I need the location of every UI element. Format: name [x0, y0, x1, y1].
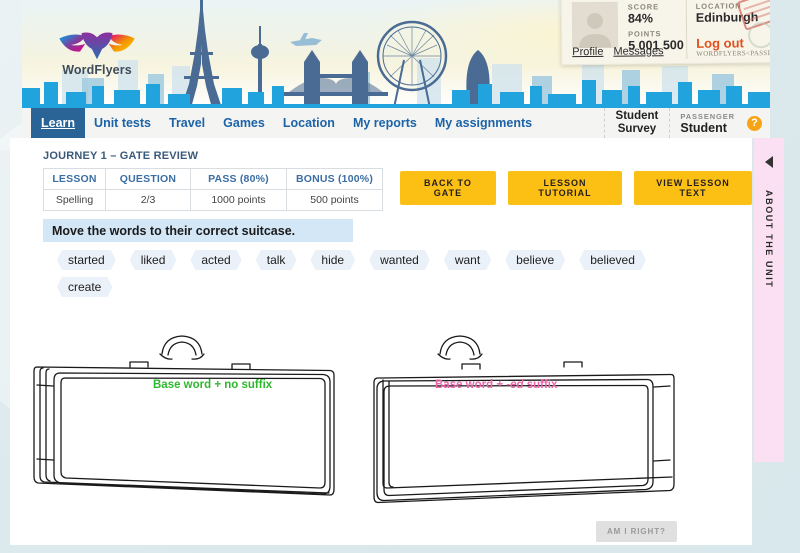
word-chip[interactable]: hide — [310, 250, 355, 270]
word-chip[interactable]: want — [444, 250, 491, 270]
table-row: Spelling 2/3 1000 points 500 points — [43, 189, 383, 211]
score-value: 84% — [627, 11, 654, 26]
word-chip-list: started liked acted talk hide wanted wan… — [57, 248, 657, 299]
about-the-unit-tab[interactable]: ABOUT THE UNIT — [754, 138, 784, 462]
suitcase-left-drawing — [33, 335, 335, 496]
suitcase-right-label-pre: Base word + — [435, 379, 507, 391]
nav-item-location[interactable]: Location — [274, 108, 344, 138]
lesson-action-buttons: BACK TO GATE LESSON TUTORIAL VIEW LESSON… — [400, 171, 753, 205]
avatar — [571, 1, 619, 49]
brand-logo[interactable]: WordFlyers — [42, 28, 152, 77]
lesson-info-table: LESSON QUESTION PASS (80%) BONUS (100%) … — [43, 168, 383, 211]
word-chip[interactable]: create — [57, 277, 112, 297]
passport-mrz-text: WORDFLYERS<PASSPORT<<<<< — [696, 48, 770, 58]
help-icon[interactable]: ? — [747, 115, 762, 131]
word-chip[interactable]: liked — [130, 250, 177, 270]
view-lesson-text-button[interactable]: VIEW LESSON TEXT — [634, 171, 753, 205]
table-header-row: LESSON QUESTION PASS (80%) BONUS (100%) — [43, 168, 383, 190]
header-banner: WordFlyers SCORE 84% POINTS 5 001 500 LO… — [22, 0, 770, 108]
suitcase-right-label: Base word + -ed suffix — [435, 379, 557, 391]
suitcase-right-drawing — [373, 335, 675, 504]
header-lesson: LESSON — [43, 168, 106, 190]
word-chip[interactable]: started — [57, 250, 116, 270]
cell-lesson: Spelling — [43, 189, 106, 211]
nav-item-my-reports[interactable]: My reports — [344, 108, 426, 138]
nav-item-travel[interactable]: Travel — [160, 108, 214, 138]
app-root: WordFlyers SCORE 84% POINTS 5 001 500 LO… — [0, 0, 800, 553]
word-chip[interactable]: talk — [256, 250, 297, 270]
suitcase-area: Base word + no suffix Base word + -ed su… — [10, 333, 752, 508]
chevron-left-icon — [765, 156, 773, 168]
header-question: QUESTION — [105, 168, 191, 190]
journey-title: JOURNEY 1 – GATE REVIEW — [43, 150, 199, 162]
student-survey-link[interactable]: Student Survey — [603, 108, 670, 138]
word-chip[interactable]: believed — [579, 250, 646, 270]
messages-link[interactable]: Messages — [613, 45, 663, 58]
nav-item-learn[interactable]: Learn — [31, 108, 86, 138]
nav-item-my-assignments[interactable]: My assignments — [426, 108, 541, 138]
passport-panel: SCORE 84% POINTS 5 001 500 LOCATION Edin… — [560, 0, 770, 66]
student-survey-line1: Student — [615, 110, 659, 123]
word-chip[interactable]: believe — [505, 250, 565, 270]
cell-pass: 1000 points — [190, 189, 287, 211]
main-content: JOURNEY 1 – GATE REVIEW LESSON QUESTION … — [10, 138, 753, 545]
suitcase-right-label-suffix: -ed — [506, 379, 524, 391]
passenger-label: PASSENGER — [680, 111, 735, 121]
nav-item-games[interactable]: Games — [214, 108, 274, 138]
cell-question: 2/3 — [105, 189, 191, 211]
about-the-unit-label: ABOUT THE UNIT — [764, 190, 774, 289]
am-i-right-button[interactable]: AM I RIGHT? — [596, 521, 677, 542]
passport-round-stamp-icon — [747, 22, 770, 49]
back-to-gate-button[interactable]: BACK TO GATE — [400, 171, 496, 205]
cell-bonus: 500 points — [286, 189, 383, 211]
instruction-banner: Move the words to their correct suitcase… — [43, 219, 353, 242]
passport-links: Profile Messages — [572, 45, 690, 58]
lesson-tutorial-button[interactable]: LESSON TUTORIAL — [507, 171, 623, 205]
main-navigation: Learn Unit tests Travel Games Location M… — [22, 108, 770, 138]
suitcase-right-label-post: suffix — [523, 379, 558, 391]
suitcases-illustration — [33, 335, 675, 504]
nav-item-unit-tests[interactable]: Unit tests — [85, 108, 160, 138]
passenger-block: PASSENGER Student — [669, 108, 745, 138]
header-pass: PASS (80%) — [190, 168, 287, 190]
passenger-value: Student — [680, 120, 727, 135]
word-chip[interactable]: acted — [190, 250, 241, 270]
brand-name: WordFlyers — [62, 63, 132, 77]
student-survey-line2: Survey — [617, 123, 657, 135]
suitcase-left-label: Base word + no suffix — [153, 379, 273, 391]
word-chip[interactable]: wanted — [369, 250, 430, 270]
profile-link[interactable]: Profile — [572, 46, 603, 58]
wordflyers-bird-icon — [59, 32, 135, 60]
user-silhouette-icon — [579, 12, 612, 49]
header-bonus: BONUS (100%) — [286, 168, 383, 190]
